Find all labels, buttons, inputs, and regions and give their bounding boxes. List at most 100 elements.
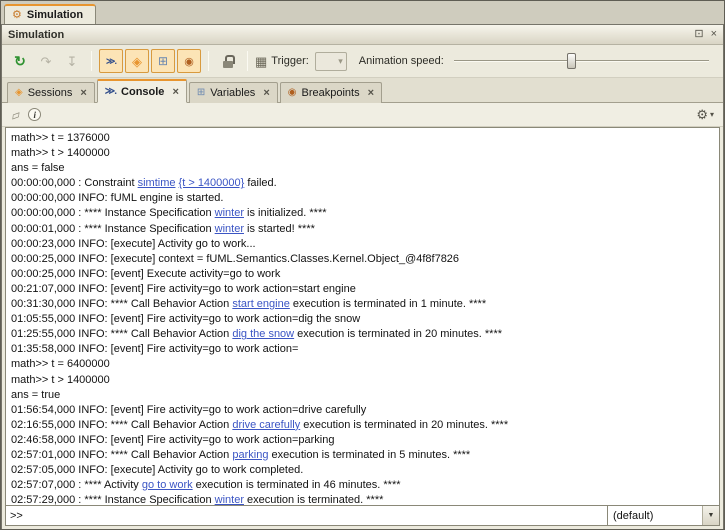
console-line: 01:25:55,000 INFO: **** Call Behavior Ac… bbox=[11, 327, 714, 342]
float-window-icon[interactable]: ⊡ bbox=[694, 29, 703, 40]
console-link[interactable]: parking bbox=[232, 449, 268, 461]
chevron-down-icon: ▾ bbox=[338, 56, 343, 67]
console-input[interactable]: >> bbox=[6, 506, 607, 525]
slider-track bbox=[454, 60, 709, 62]
tab-sessions[interactable]: ◈ Sessions × bbox=[7, 82, 95, 103]
console-text: 00:00:01,000 : **** Instance Specificati… bbox=[11, 223, 215, 235]
tab-label: Variables bbox=[210, 87, 255, 99]
breakpoints-toggle-button[interactable]: ◉ bbox=[177, 49, 201, 73]
info-icon[interactable]: i bbox=[28, 108, 41, 121]
toolbar-separator bbox=[208, 51, 209, 71]
console-text: 00:00:23,000 INFO: [execute] Activity go… bbox=[11, 238, 256, 250]
console-text: 00:31:30,000 INFO: **** Call Behavior Ac… bbox=[11, 298, 232, 310]
step-into-button[interactable]: ↧ bbox=[60, 49, 84, 73]
console-link[interactable]: go to work bbox=[142, 479, 193, 491]
console-text: execution is terminated in 20 minutes. *… bbox=[294, 328, 502, 340]
console-text: math>> t = 6400000 bbox=[11, 358, 110, 370]
clear-icon: ▱ bbox=[9, 106, 22, 122]
titlebar: Simulation ⊡ × bbox=[2, 25, 723, 45]
console-text: 01:35:58,000 INFO: [event] Fire activity… bbox=[11, 343, 298, 355]
console-line: 02:57:05,000 INFO: [execute] Activity go… bbox=[11, 463, 714, 478]
console-line: ans = true bbox=[11, 388, 714, 403]
console-line: math>> t = 6400000 bbox=[11, 357, 714, 372]
console-text: 01:05:55,000 INFO: [event] Fire activity… bbox=[11, 313, 360, 325]
step-over-button[interactable]: ↷ bbox=[34, 49, 58, 73]
console-line: 00:00:00,000 : **** Instance Specificati… bbox=[11, 206, 714, 221]
animation-speed-label: Animation speed: bbox=[359, 55, 444, 67]
simulation-panel: Simulation ⊡ × ↻ ↷ ↧ ≫. ◈ bbox=[1, 24, 724, 529]
close-window-icon[interactable]: × bbox=[711, 29, 717, 40]
console-text: 00:00:25,000 INFO: [execute] context = f… bbox=[11, 253, 459, 265]
variables-icon: ⊞ bbox=[197, 88, 205, 98]
console-options-button[interactable]: ⚙ ▾ bbox=[696, 107, 714, 123]
trigger-dropdown[interactable]: ▾ bbox=[315, 52, 347, 71]
console-text: 00:00:00,000 : Constraint bbox=[11, 177, 138, 189]
tab-label: Sessions bbox=[28, 87, 73, 99]
console-text: 00:21:07,000 INFO: [event] Fire activity… bbox=[11, 283, 356, 295]
animation-speed-handle[interactable] bbox=[567, 53, 576, 69]
tab-variables[interactable]: ⊞ Variables × bbox=[189, 82, 278, 103]
console-line: 00:00:00,000 : Constraint simtime {t > 1… bbox=[11, 176, 714, 191]
language-value: (default) bbox=[608, 510, 702, 522]
sessions-toggle-button[interactable]: ◈ bbox=[125, 49, 149, 73]
console-link[interactable]: dig the snow bbox=[232, 328, 294, 340]
console-link[interactable]: {t > 1400000} bbox=[179, 177, 245, 189]
console-line: 00:00:23,000 INFO: [execute] Activity go… bbox=[11, 237, 714, 252]
tab-label: Breakpoints bbox=[301, 87, 359, 99]
breakpoints-icon: ◉ bbox=[184, 55, 194, 68]
breakpoints-icon: ◉ bbox=[288, 88, 297, 98]
resume-button[interactable]: ↻ bbox=[8, 49, 32, 73]
chevron-down-icon[interactable]: ▼ bbox=[702, 506, 719, 525]
console-output[interactable]: math>> t = 1376000math>> t > 1400000ans … bbox=[5, 127, 720, 506]
console-link[interactable]: winter bbox=[215, 223, 244, 235]
console-link[interactable]: winter bbox=[215, 207, 244, 219]
titlebar-buttons: ⊡ × bbox=[694, 29, 717, 40]
lock-button[interactable] bbox=[216, 49, 240, 73]
tab-console[interactable]: ≫. Console × bbox=[97, 79, 187, 103]
console-line: math>> t > 1400000 bbox=[11, 146, 714, 161]
console-toggle-button[interactable]: ≫. bbox=[99, 49, 123, 73]
console-text: 00:00:00,000 : **** Instance Specificati… bbox=[11, 207, 215, 219]
sessions-icon: ◈ bbox=[15, 88, 23, 98]
console-line: 01:56:54,000 INFO: [event] Fire activity… bbox=[11, 403, 714, 418]
console-text: 02:57:01,000 INFO: **** Call Behavior Ac… bbox=[11, 449, 232, 461]
console-line: 01:05:55,000 INFO: [event] Fire activity… bbox=[11, 312, 714, 327]
simulation-icon: ⚙ bbox=[12, 10, 22, 21]
console-text: 02:57:29,000 : **** Instance Specificati… bbox=[11, 494, 215, 506]
tab-close-icon[interactable]: × bbox=[80, 87, 86, 99]
console-text: 01:56:54,000 INFO: [event] Fire activity… bbox=[11, 404, 366, 416]
console-link[interactable]: start engine bbox=[232, 298, 289, 310]
doc-tab-simulation[interactable]: ⚙ Simulation bbox=[4, 4, 96, 24]
console-text: 01:25:55,000 INFO: **** Call Behavior Ac… bbox=[11, 328, 232, 340]
console-text: is started! **** bbox=[244, 223, 315, 235]
console-line: 00:00:25,000 INFO: [event] Execute activ… bbox=[11, 267, 714, 282]
tab-close-icon[interactable]: × bbox=[172, 86, 178, 98]
console-line: 00:00:01,000 : **** Instance Specificati… bbox=[11, 222, 714, 237]
tab-close-icon[interactable]: × bbox=[368, 87, 374, 99]
clear-console-button[interactable]: ▱ bbox=[11, 108, 20, 122]
console-text: execution is terminated in 46 minutes. *… bbox=[193, 479, 401, 491]
toolbar-separator bbox=[91, 51, 92, 71]
sessions-icon: ◈ bbox=[132, 55, 142, 68]
console-text: is initialized. **** bbox=[244, 207, 327, 219]
console-icon: ≫. bbox=[105, 87, 116, 97]
resume-icon: ↻ bbox=[14, 54, 26, 68]
language-dropdown[interactable]: (default) ▼ bbox=[607, 506, 719, 525]
doc-tab-label: Simulation bbox=[27, 9, 83, 21]
console-line: math>> t > 1400000 bbox=[11, 373, 714, 388]
console-link[interactable]: winter bbox=[215, 494, 244, 506]
tab-close-icon[interactable]: × bbox=[263, 87, 269, 99]
trigger-label: Trigger: bbox=[271, 55, 309, 67]
console-text: math>> t > 1400000 bbox=[11, 147, 110, 159]
console-link[interactable]: drive carefully bbox=[232, 419, 300, 431]
tab-breakpoints[interactable]: ◉ Breakpoints × bbox=[280, 82, 382, 103]
animation-speed-slider[interactable] bbox=[454, 51, 709, 71]
console-line: 00:00:00,000 INFO: fUML engine is starte… bbox=[11, 191, 714, 206]
console-text: 00:00:00,000 INFO: fUML engine is starte… bbox=[11, 192, 223, 204]
variables-toggle-button[interactable]: ⊞ bbox=[151, 49, 175, 73]
console-link[interactable]: simtime bbox=[138, 177, 176, 189]
step-over-icon: ↷ bbox=[41, 55, 52, 68]
console-line: 02:57:07,000 : **** Activity go to work … bbox=[11, 478, 714, 493]
toolbar-separator bbox=[247, 51, 248, 71]
console-text: 02:16:55,000 INFO: **** Call Behavior Ac… bbox=[11, 419, 232, 431]
